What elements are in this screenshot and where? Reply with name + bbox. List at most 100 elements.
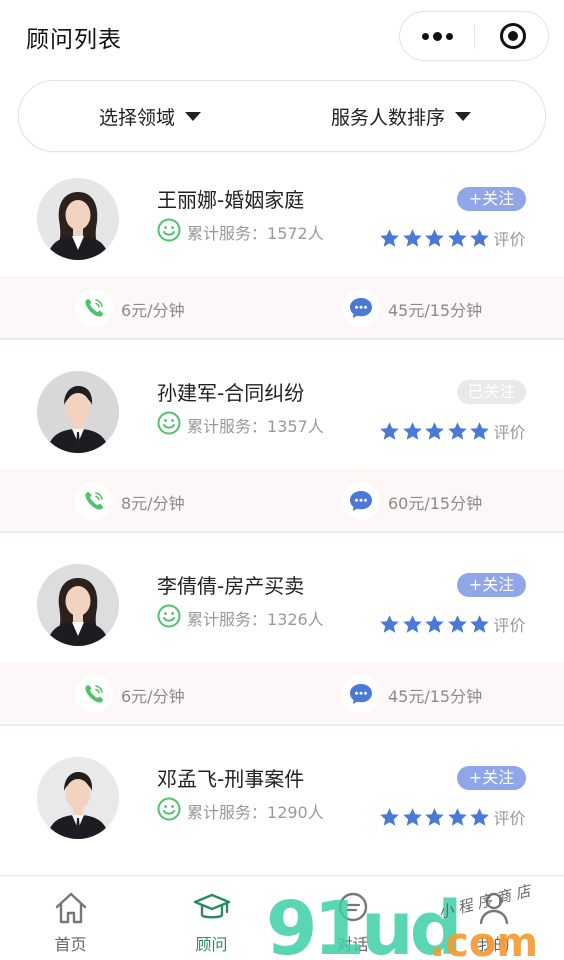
call-price: 6元/分钟 <box>121 687 185 706</box>
advisor-name: 李倩倩-房产买卖 <box>157 574 305 598</box>
follow-button[interactable]: +关注 <box>457 766 526 790</box>
star-icon <box>447 228 467 247</box>
advisor-name: 王丽娜-婚姻家庭 <box>157 188 305 212</box>
target-icon[interactable] <box>500 23 526 49</box>
star-icon <box>380 807 399 826</box>
tab-home[interactable]: 首页 <box>0 876 141 960</box>
more-dots-icon[interactable] <box>400 12 474 60</box>
star-icon <box>447 614 467 633</box>
served-value: 1357人 <box>267 417 324 436</box>
served-prefix: 累计服务： <box>187 417 268 436</box>
star-icon <box>380 614 399 633</box>
star-icon <box>470 421 489 440</box>
rating-stars: 评价 <box>379 612 526 636</box>
star-icon <box>402 421 422 440</box>
filter-bar: 选择领域 服务人数排序 <box>18 80 546 152</box>
follow-button[interactable]: +关注 <box>457 187 526 211</box>
advisor-summary: 王丽娜-婚姻家庭 累计服务：1572人 +关注 评价 <box>0 162 564 276</box>
follow-button[interactable]: +关注 <box>457 573 526 597</box>
rating-label: 评价 <box>493 230 526 249</box>
tab-mine-label: 我的 <box>477 935 510 954</box>
advisor-summary: 孙建军-合同纠纷 累计服务：1357人 已关注 评价 <box>0 355 564 469</box>
consult-options: 8元/分钟 60元/15分钟 <box>0 469 564 531</box>
advisor-summary: 邓孟飞-刑事案件 累计服务：1290人 +关注 评价 <box>0 741 564 855</box>
avatar <box>37 371 119 453</box>
star-icon <box>380 421 399 440</box>
served-count: 累计服务：1326人 <box>187 606 324 630</box>
smile-icon <box>157 218 181 242</box>
rating-stars: 评价 <box>379 805 526 829</box>
served-value: 1290人 <box>267 803 324 822</box>
advisor-name: 邓孟飞-刑事案件 <box>157 767 305 791</box>
card-divider <box>0 338 564 340</box>
smile-icon <box>157 411 181 435</box>
text-chat-button[interactable] <box>342 675 380 713</box>
chat-price: 45元/15分钟 <box>388 687 483 706</box>
sort-dropdown[interactable]: 服务人数排序 <box>331 103 472 130</box>
star-icon <box>402 807 422 826</box>
caret-down-icon <box>185 112 202 121</box>
tab-advisor[interactable]: 顾问 <box>141 876 282 960</box>
phone-call-button[interactable] <box>75 482 113 520</box>
mini-program-capsule <box>399 11 549 61</box>
star-icon <box>402 228 422 247</box>
consult-options: 6元/分钟 45元/15分钟 <box>0 662 564 724</box>
served-value: 1572人 <box>267 224 324 243</box>
sort-label: 服务人数排序 <box>331 107 446 129</box>
star-icon <box>425 614 444 633</box>
star-icon <box>470 228 489 247</box>
page-title: 顾问列表 <box>26 27 122 53</box>
avatar <box>37 564 119 646</box>
text-chat-button[interactable] <box>342 482 380 520</box>
rating-stars: 评价 <box>379 419 526 443</box>
advisor-card[interactable]: 孙建军-合同纠纷 累计服务：1357人 已关注 评价 8元/分钟 60元/15分… <box>0 355 564 533</box>
tab-advisor-label: 顾问 <box>195 935 228 954</box>
chat-price: 45元/15分钟 <box>388 301 483 320</box>
chat-icon <box>338 892 367 922</box>
smile-icon <box>157 604 181 628</box>
user-icon <box>479 892 508 925</box>
served-value: 1326人 <box>267 610 324 629</box>
served-count: 累计服务：1357人 <box>187 413 324 437</box>
call-price: 6元/分钟 <box>121 301 185 320</box>
text-chat-button[interactable] <box>342 289 380 327</box>
avatar <box>37 178 119 260</box>
tab-chat[interactable]: 对话 <box>282 876 423 960</box>
domain-filter-dropdown[interactable]: 选择领域 <box>99 103 202 130</box>
tab-home-label: 首页 <box>54 935 87 954</box>
star-icon <box>447 421 467 440</box>
served-prefix: 累计服务： <box>187 803 268 822</box>
chat-bubble-icon <box>350 491 372 511</box>
rating-label: 评价 <box>493 809 526 828</box>
served-count: 累计服务：1572人 <box>187 220 324 244</box>
advisor-name: 孙建军-合同纠纷 <box>157 381 305 405</box>
chat-price: 60元/15分钟 <box>388 494 483 513</box>
star-icon <box>425 807 444 826</box>
phone-call-button[interactable] <box>75 289 113 327</box>
rating-label: 评价 <box>493 423 526 442</box>
advisor-summary: 李倩倩-房产买卖 累计服务：1326人 +关注 评价 <box>0 548 564 662</box>
phone-call-button[interactable] <box>75 675 113 713</box>
star-icon <box>425 421 444 440</box>
phone-icon <box>85 299 103 317</box>
served-count: 累计服务：1290人 <box>187 799 324 823</box>
consult-options: 6元/分钟 45元/15分钟 <box>0 276 564 338</box>
advisor-card[interactable]: 王丽娜-婚姻家庭 累计服务：1572人 +关注 评价 6元/分钟 45元/15分… <box>0 162 564 340</box>
served-prefix: 累计服务： <box>187 610 268 629</box>
phone-icon <box>85 492 103 510</box>
star-icon <box>425 228 444 247</box>
tab-bar: 首页 顾问 对话 我的 <box>0 875 564 960</box>
card-divider <box>0 531 564 533</box>
rating-stars: 评价 <box>379 226 526 250</box>
tab-mine[interactable]: 我的 <box>423 876 564 960</box>
card-divider <box>0 724 564 726</box>
call-price: 8元/分钟 <box>121 494 185 513</box>
caret-down-icon <box>455 112 472 121</box>
follow-button[interactable]: 已关注 <box>457 380 526 404</box>
chat-bubble-icon <box>350 684 372 704</box>
nav-bar: 顾问列表 <box>0 0 564 72</box>
home-icon <box>55 892 86 924</box>
capsule-divider <box>474 25 475 49</box>
advisor-card[interactable]: 李倩倩-房产买卖 累计服务：1326人 +关注 评价 6元/分钟 45元/15分… <box>0 548 564 726</box>
graduation-cap-icon <box>193 893 230 919</box>
